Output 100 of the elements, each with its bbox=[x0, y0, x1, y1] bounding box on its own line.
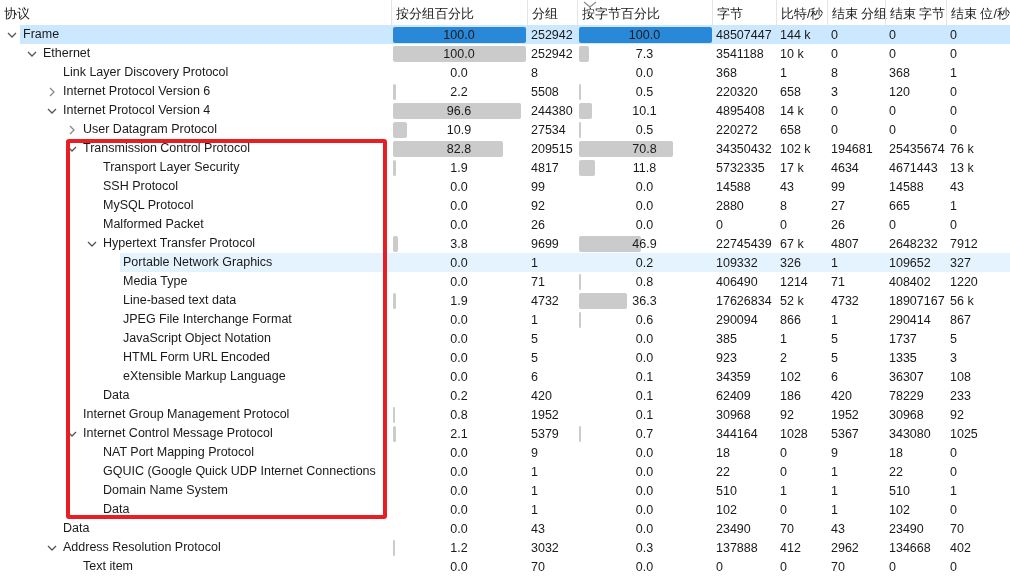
protocol-name[interactable]: Internet Protocol Version 4 bbox=[60, 101, 391, 120]
table-cell: 71 bbox=[531, 274, 545, 289]
protocol-name[interactable]: Transport Layer Security bbox=[100, 158, 391, 177]
table-cell: 99 bbox=[831, 179, 845, 194]
table-cell: 1 bbox=[831, 312, 838, 327]
protocol-name[interactable]: Frame bbox=[20, 25, 391, 44]
table-cell: 0.0 bbox=[635, 198, 654, 213]
table-cell: 2 bbox=[780, 350, 787, 365]
table-cell: 0.2 bbox=[635, 255, 654, 270]
table-cell: 70 bbox=[831, 559, 845, 574]
table-cell: 78229 bbox=[889, 388, 924, 403]
table-cell: 0 bbox=[831, 27, 838, 42]
percent-bar bbox=[579, 293, 628, 309]
table-cell: 1 bbox=[780, 483, 787, 498]
table-cell: 1335 bbox=[889, 350, 917, 365]
protocol-name[interactable]: eXtensible Markup Language bbox=[120, 367, 391, 386]
protocol-name[interactable]: Domain Name System bbox=[100, 481, 391, 500]
column-header[interactable]: 协议 bbox=[0, 0, 391, 25]
table-cell: 0 bbox=[889, 217, 896, 232]
table-cell: 1 bbox=[531, 255, 538, 270]
table-cell: 244380 bbox=[531, 103, 573, 118]
percent-bar bbox=[393, 122, 408, 138]
protocol-name[interactable]: MySQL Protocol bbox=[100, 196, 391, 215]
protocol-name[interactable]: SSH Protocol bbox=[100, 177, 391, 196]
chevron-down-icon[interactable] bbox=[47, 544, 57, 551]
protocol-name[interactable]: Media Type bbox=[120, 272, 391, 291]
table-cell: 2.2 bbox=[450, 84, 468, 99]
table-cell: 1.9 bbox=[450, 160, 468, 175]
table-cell: 99 bbox=[531, 179, 545, 194]
percent-bar bbox=[579, 103, 593, 119]
chevron-down-icon[interactable] bbox=[67, 430, 77, 437]
table-cell: 71 bbox=[831, 274, 845, 289]
protocol-name[interactable]: JavaScript Object Notation bbox=[120, 329, 391, 348]
protocol-name[interactable]: Line-based text data bbox=[120, 291, 391, 310]
table-cell: 0 bbox=[950, 559, 957, 574]
chevron-down-icon[interactable] bbox=[47, 107, 57, 114]
table-cell: 102 k bbox=[780, 141, 811, 156]
table-cell: 665 bbox=[889, 198, 910, 213]
table-cell: 0.0 bbox=[635, 445, 654, 460]
protocol-name[interactable]: Address Resolution Protocol bbox=[60, 538, 391, 557]
table-cell: 100.0 bbox=[443, 27, 475, 42]
table-cell: 34359 bbox=[716, 369, 751, 384]
table-cell: 9 bbox=[831, 445, 838, 460]
protocol-name[interactable]: User Datagram Protocol bbox=[80, 120, 391, 139]
table-cell: 108 bbox=[950, 369, 971, 384]
table-cell: 82.8 bbox=[446, 141, 472, 156]
protocol-name[interactable]: JPEG File Interchange Format bbox=[120, 310, 391, 329]
table-cell: 92 bbox=[531, 198, 545, 213]
percent-bar bbox=[393, 236, 399, 252]
protocol-name[interactable]: Link Layer Discovery Protocol bbox=[60, 63, 391, 82]
protocol-name[interactable]: Data bbox=[100, 386, 391, 405]
table-cell: 3032 bbox=[531, 540, 559, 555]
table-cell: 26 bbox=[531, 217, 545, 232]
table-cell: 0.1 bbox=[635, 369, 654, 384]
protocol-name[interactable]: Internet Control Message Protocol bbox=[80, 424, 391, 443]
table-cell: 4817 bbox=[531, 160, 559, 175]
protocol-name[interactable]: Hypertext Transfer Protocol bbox=[100, 234, 391, 253]
protocol-name[interactable]: Internet Group Management Protocol bbox=[80, 405, 391, 424]
chevron-right-icon[interactable] bbox=[49, 86, 55, 97]
chevron-down-icon[interactable] bbox=[7, 31, 17, 38]
protocol-name[interactable]: Malformed Packet bbox=[100, 215, 391, 234]
protocol-name[interactable]: HTML Form URL Encoded bbox=[120, 348, 391, 367]
protocol-name[interactable]: GQUIC (Google Quick UDP Internet Connections bbox=[100, 462, 391, 481]
protocol-name[interactable]: Data bbox=[100, 500, 391, 519]
table-cell: 92 bbox=[950, 407, 964, 422]
table-cell: 100.0 bbox=[443, 46, 475, 61]
table-cell: 8 bbox=[780, 198, 787, 213]
table-cell: 96.6 bbox=[446, 103, 472, 118]
table-cell: 290414 bbox=[889, 312, 931, 327]
table-cell: 220272 bbox=[716, 122, 758, 137]
table-cell: 326 bbox=[780, 255, 801, 270]
protocol-name[interactable]: Text item bbox=[80, 557, 391, 576]
table-cell: 4807 bbox=[831, 236, 859, 251]
table-cell: 34350432 bbox=[716, 141, 772, 156]
table-cell: 0.7 bbox=[635, 426, 654, 441]
table-cell: 0.0 bbox=[450, 559, 468, 574]
table-cell: 1 bbox=[950, 198, 957, 213]
table-cell: 1.2 bbox=[450, 540, 468, 555]
protocol-name[interactable]: Internet Protocol Version 6 bbox=[60, 82, 391, 101]
chevron-down-icon[interactable] bbox=[87, 240, 97, 247]
table-cell: 1 bbox=[950, 65, 957, 80]
protocol-name[interactable]: NAT Port Mapping Protocol bbox=[100, 443, 391, 462]
table-cell: 0.0 bbox=[450, 198, 468, 213]
chevron-down-icon[interactable] bbox=[27, 50, 37, 57]
table-cell: 343080 bbox=[889, 426, 931, 441]
table-cell: 1 bbox=[531, 312, 538, 327]
chevron-right-icon[interactable] bbox=[69, 124, 75, 135]
protocol-name[interactable]: Ethernet bbox=[40, 44, 391, 63]
table-cell: 0 bbox=[889, 559, 896, 574]
table-cell: 120 bbox=[889, 84, 910, 99]
protocol-name[interactable]: Transmission Control Protocol bbox=[80, 139, 391, 158]
table-cell: 2962 bbox=[831, 540, 859, 555]
table-cell: 102 bbox=[889, 502, 910, 517]
protocol-name[interactable]: Portable Network Graphics bbox=[120, 253, 391, 272]
chevron-down-icon[interactable] bbox=[67, 145, 77, 152]
table-cell: 0.0 bbox=[635, 65, 654, 80]
table-cell: 36.3 bbox=[632, 293, 657, 308]
table-cell: 1 bbox=[831, 483, 838, 498]
protocol-name[interactable]: Data bbox=[60, 519, 391, 538]
table-cell: 1.9 bbox=[450, 293, 468, 308]
